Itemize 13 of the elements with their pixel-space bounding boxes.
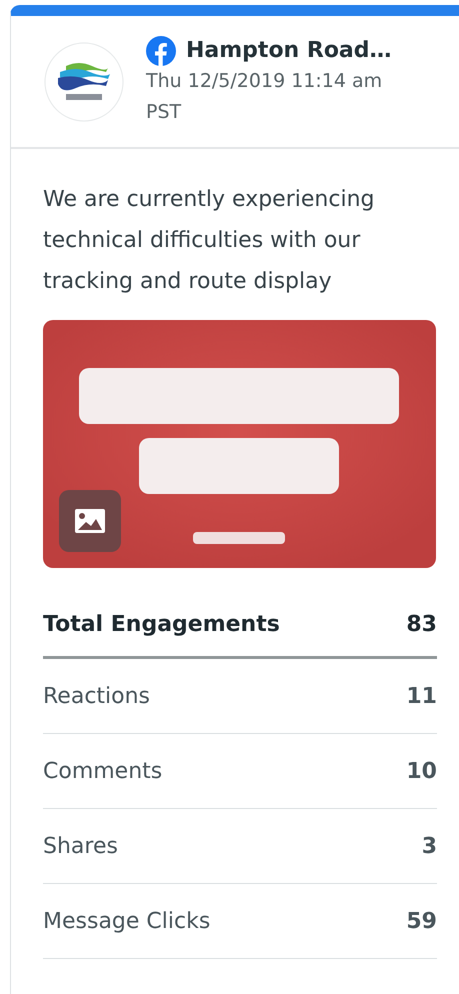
stat-value: 10: [406, 758, 437, 784]
stat-value: 59: [406, 908, 437, 934]
stat-label: Reactions: [43, 684, 150, 708]
stat-value: 83: [406, 612, 437, 636]
stat-label: Total Engagements: [43, 612, 280, 636]
post-text: We are currently experiencing technical difficulties with our tracking and route display: [43, 186, 376, 296]
stat-label: Shares: [43, 834, 118, 858]
stat-value: 11: [406, 684, 437, 708]
post-timestamp: Thu 12/5/2019 11:14 am PST: [146, 68, 384, 124]
stat-label: Message Clicks: [43, 908, 210, 934]
stat-label: Comments: [43, 758, 162, 784]
stat-value: 3: [422, 834, 437, 858]
author-name[interactable]: Hampton Road…: [186, 38, 392, 63]
